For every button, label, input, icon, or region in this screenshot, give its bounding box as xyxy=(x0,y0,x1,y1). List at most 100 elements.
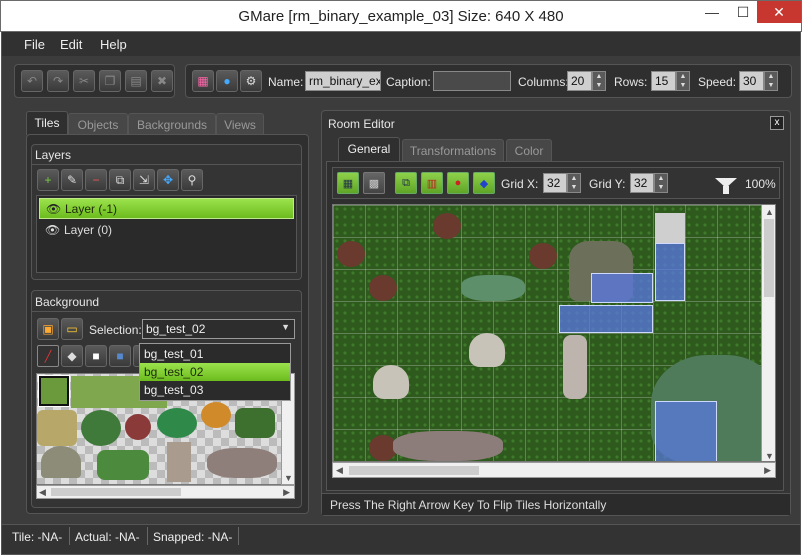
speed-stepper[interactable]: ▲ ▼ xyxy=(764,71,778,91)
delete-icon[interactable]: ✖ xyxy=(151,70,173,92)
redo-icon[interactable]: ↷ xyxy=(47,70,69,92)
paste-icon[interactable]: ▤ xyxy=(125,70,147,92)
instances-icon[interactable]: ◆ xyxy=(473,172,495,194)
cut-icon[interactable]: ✂ xyxy=(73,70,95,92)
menu-edit[interactable]: Edit xyxy=(60,37,82,52)
scroll-left-icon[interactable]: ◀ xyxy=(39,487,46,498)
log-tile xyxy=(167,442,191,482)
tab-objects[interactable]: Objects xyxy=(68,113,128,135)
columns-input[interactable]: 20 xyxy=(567,71,592,91)
rows-input[interactable]: 15 xyxy=(651,71,676,91)
show-grid-icon[interactable]: ▦ xyxy=(337,172,359,194)
selection-label: Selection: xyxy=(89,323,142,337)
caption-input[interactable] xyxy=(433,71,511,91)
scroll-left-icon[interactable]: ◀ xyxy=(336,465,343,476)
scroll-thumb[interactable] xyxy=(764,219,774,297)
eye-icon[interactable]: 👁 xyxy=(45,223,60,237)
leaf-tile xyxy=(157,408,197,438)
undo-icon[interactable]: ↶ xyxy=(21,70,43,92)
tab-color[interactable]: Color xyxy=(506,139,552,161)
columns-stepper[interactable]: ▲ ▼ xyxy=(592,71,606,91)
name-input[interactable]: rm_binary_exam xyxy=(305,71,381,91)
fill-white-icon[interactable]: ■ xyxy=(85,345,107,367)
grid-color-icon[interactable]: ▦ xyxy=(192,70,214,92)
horizontal-scrollbar[interactable]: ◀ ▶ xyxy=(36,485,295,499)
tab-transformations[interactable]: Transformations xyxy=(402,139,504,161)
canvas-vertical-scrollbar[interactable]: ▲ ▼ xyxy=(761,205,775,461)
copy-icon[interactable]: ❐ xyxy=(99,70,121,92)
speed-input[interactable]: 30 xyxy=(739,71,764,91)
selected-tile[interactable] xyxy=(38,375,70,407)
delete-layer-icon[interactable]: − xyxy=(85,169,107,191)
grid-x-input[interactable]: 32 xyxy=(543,173,567,193)
eye-icon[interactable]: 👁 xyxy=(46,202,61,216)
menu-help[interactable]: Help xyxy=(100,37,127,52)
room-settings-icon[interactable]: ⚙ xyxy=(240,70,262,92)
canvas-horizontal-scrollbar[interactable]: ◀ ▶ xyxy=(332,462,776,478)
scroll-up-icon[interactable]: ▲ xyxy=(765,207,774,217)
shift-layer-icon[interactable]: ⇲ xyxy=(133,169,155,191)
room-canvas[interactable]: ▲ ▼ xyxy=(332,204,776,462)
dotted-grid-icon[interactable]: ▩ xyxy=(363,172,385,194)
grid-x-stepper[interactable]: ▲ ▼ xyxy=(567,173,581,193)
import-background-icon[interactable]: ▭ xyxy=(61,318,83,340)
option-item-selected[interactable]: bg_test_02 xyxy=(140,363,290,381)
root-tile xyxy=(393,431,503,461)
option-item[interactable]: bg_test_01 xyxy=(140,345,290,363)
general-tab-content: ▦ ▩ ⧉ ▥ ● ◆ Grid X: 32 ▲ ▼ Grid Y: 32 ▲ ▼ … xyxy=(326,161,784,491)
snap-tiles-icon[interactable]: ⧉ xyxy=(395,172,417,194)
layers-list: 👁 Layer (-1) 👁 Layer (0) xyxy=(36,195,297,273)
move-layer-icon[interactable]: ✥ xyxy=(157,169,179,191)
water-tiles xyxy=(655,243,685,301)
rows-label: Rows: xyxy=(614,75,648,89)
scroll-right-icon[interactable]: ▶ xyxy=(283,487,290,498)
find-layer-icon[interactable]: ⚲ xyxy=(181,169,203,191)
tab-views[interactable]: Views xyxy=(216,113,264,135)
list-item[interactable]: 👁 Layer (-1) xyxy=(39,198,294,219)
scroll-thumb[interactable] xyxy=(349,466,479,475)
flower-tile xyxy=(125,414,151,440)
grid-y-input[interactable]: 32 xyxy=(630,173,654,193)
root-tile xyxy=(207,448,277,478)
option-item[interactable]: bg_test_03 xyxy=(140,381,290,399)
window-title: GMare [rm_binary_example_03] Size: 640 X… xyxy=(238,8,564,25)
maximize-button[interactable]: ☐ xyxy=(729,1,757,23)
rows-stepper[interactable]: ▲ ▼ xyxy=(676,71,690,91)
layer-name: Layer (-1) xyxy=(65,202,118,216)
open-background-icon[interactable]: ▣ xyxy=(37,318,59,340)
grid-y-stepper[interactable]: ▲ ▼ xyxy=(654,173,668,193)
flower-tile xyxy=(337,241,365,267)
background-title: Background xyxy=(35,295,100,309)
selection-dropdown[interactable]: bg_test_02 ▼ xyxy=(142,319,295,339)
tile-grid-icon[interactable]: ▥ xyxy=(421,172,443,194)
layers-group: Layers + ✎ − ⧉ ⇲ ✥ ⚲ 👁 Layer (-1) 👁 Laye… xyxy=(31,144,302,280)
add-layer-icon[interactable]: + xyxy=(37,169,59,191)
close-panel-icon[interactable]: x xyxy=(770,116,784,130)
menu-file[interactable]: File xyxy=(24,37,45,52)
tab-backgrounds[interactable]: Backgrounds xyxy=(128,113,216,135)
wall-tile xyxy=(655,213,685,243)
eraser-icon[interactable]: ◆ xyxy=(61,345,83,367)
brush-icon[interactable]: ╱ xyxy=(37,345,59,367)
scroll-down-icon[interactable]: ▼ xyxy=(284,473,293,483)
stump-tile xyxy=(373,365,409,399)
scroll-right-icon[interactable]: ▶ xyxy=(764,465,771,476)
edit-layer-icon[interactable]: ✎ xyxy=(61,169,83,191)
flower-tile xyxy=(433,213,461,239)
close-button[interactable]: ✕ xyxy=(757,1,801,23)
room-editor: Room Editor x General Transformations Co… xyxy=(321,110,791,516)
tab-general[interactable]: General xyxy=(338,137,400,161)
merge-layer-icon[interactable]: ⧉ xyxy=(109,169,131,191)
flower-tile xyxy=(369,275,397,301)
minimize-button[interactable]: — xyxy=(695,1,729,23)
grid-x-label: Grid X: xyxy=(501,177,539,191)
scroll-down-icon[interactable]: ▼ xyxy=(765,451,774,461)
leaves-tile xyxy=(97,450,149,480)
fill-blue-icon[interactable]: ■ xyxy=(109,345,131,367)
layer-name: Layer (0) xyxy=(64,223,113,237)
list-item[interactable]: 👁 Layer (0) xyxy=(39,220,294,241)
globe-icon[interactable]: ● xyxy=(216,70,238,92)
object-icon[interactable]: ● xyxy=(447,172,469,194)
tab-tiles[interactable]: Tiles xyxy=(26,111,68,135)
scroll-thumb[interactable] xyxy=(51,488,181,496)
